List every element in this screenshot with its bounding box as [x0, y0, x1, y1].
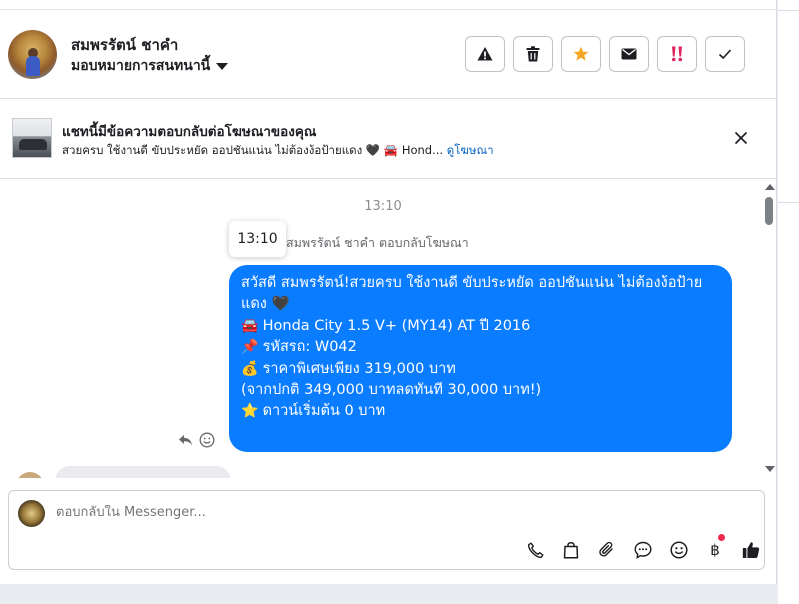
thread-scrollbar[interactable] [762, 180, 776, 478]
message-actions [178, 432, 215, 448]
time-tooltip: 13:10 [229, 221, 286, 257]
conversation-header: สมพรรัตน์ ชาคำ มอบหมายการสนทนานี้ [0, 10, 777, 99]
paperclip-icon [599, 541, 613, 557]
warning-icon [477, 47, 493, 61]
conversation-panel: สมพรรัตน์ ชาคำ มอบหมายการสนทนานี้ แชทนี้… [0, 0, 777, 584]
react-smiley-icon[interactable] [199, 432, 215, 448]
scroll-down-arrow-icon[interactable] [765, 466, 775, 472]
attach-button[interactable] [589, 539, 625, 561]
thread-timestamp: 13:10 [364, 199, 402, 214]
emoji-button[interactable] [661, 539, 697, 561]
ad-reply-banner: แชทนี้มีข้อความตอบกลับต่อโฆษณาของคุณ สวย… [0, 99, 777, 179]
car-emoji-icon: 🚘 [241, 317, 259, 334]
money-bag-emoji-icon: 💰 [241, 360, 259, 377]
pushpin-emoji-icon: 📌 [241, 339, 259, 356]
assign-label: มอบหมายการสนทนานี้ [71, 58, 211, 74]
star-button[interactable] [561, 36, 601, 72]
ad-banner-title: แชทนี้มีข้อความตอบกลับต่อโฆษณาของคุณ [62, 124, 317, 140]
mark-unread-button[interactable] [609, 36, 649, 72]
chat-bubble-icon [634, 541, 652, 559]
message-line: (จากปกติ 349,000 บาทลดทันที 30,000 บาท!) [241, 382, 542, 399]
header-actions [465, 36, 745, 72]
shop-button[interactable] [553, 539, 589, 561]
message-line: ⭐ ดาวน์เริ่มต้น 0 บาท [241, 401, 720, 422]
double-exclamation-icon [671, 46, 683, 62]
follow-up-button[interactable] [657, 36, 697, 72]
reply-icon[interactable] [178, 434, 193, 447]
incoming-message-bubble[interactable] [55, 466, 231, 478]
message-line: 📌 รหัสรถ: W042 [241, 337, 720, 358]
contact-avatar[interactable] [8, 30, 57, 79]
reply-input[interactable] [56, 505, 456, 520]
check-icon [718, 49, 732, 60]
message-line: แดง 🖤 [241, 296, 290, 313]
saved-replies-button[interactable] [625, 539, 661, 561]
shopping-bag-icon [563, 541, 579, 559]
message-line: 🚘 Honda City 1.5 V+ (MY14) AT ปี 2016 [241, 316, 720, 337]
message-line: สวัสดี สมพรรัตน์!สวยครบ ใช้งานดี ขับประห… [241, 275, 703, 291]
close-icon[interactable] [733, 130, 749, 146]
message-line: 💰 ราคาพิเศษเพียง 319,000 บาท [241, 359, 720, 380]
caret-down-icon [216, 62, 229, 70]
avatar-figure-body [26, 56, 40, 76]
trash-icon [526, 46, 540, 62]
notification-dot [718, 534, 725, 541]
car-image [19, 139, 47, 150]
delete-button[interactable] [513, 36, 553, 72]
divider [778, 202, 799, 203]
smiley-icon [670, 541, 688, 559]
call-button[interactable] [517, 539, 553, 561]
page-background [0, 584, 778, 604]
payment-button[interactable]: ฿ [697, 534, 733, 561]
like-button[interactable] [733, 539, 769, 561]
ad-banner-subtitle: สวยครบ ใช้งานดี ขับประหยัด ออปชันแน่น ไม… [62, 142, 494, 160]
ad-snippet: สวยครบ ใช้งานดี ขับประหยัด ออปชันแน่น ไม… [62, 143, 444, 157]
ad-reply-note: สมพรรัตน์ ชาคำ ตอบกลับโฆษณา [286, 235, 469, 250]
composer-tools: ฿ [517, 534, 769, 561]
baht-icon: ฿ [710, 541, 720, 559]
view-ad-link[interactable]: ดูโฆษณา [447, 143, 494, 157]
message-composer: ฿ [8, 490, 765, 570]
message-bubble[interactable]: สวัสดี สมพรรัตน์!สวยครบ ใช้งานดี ขับประห… [229, 265, 732, 452]
message-thread[interactable]: 13:10 สมพรรัตน์ ชาคำ ตอบกลับโฆษณา 13:10 … [0, 180, 777, 478]
adjacent-panel [778, 0, 799, 604]
page-avatar [18, 500, 45, 527]
star-emoji-icon: ⭐ [241, 403, 259, 420]
ad-thumbnail[interactable] [12, 118, 52, 158]
mark-done-button[interactable] [705, 36, 745, 72]
scroll-thumb[interactable] [765, 197, 773, 225]
spam-button[interactable] [465, 36, 505, 72]
divider [778, 10, 799, 11]
contact-name[interactable]: สมพรรัตน์ ชาคำ [71, 33, 178, 57]
scroll-up-arrow-icon[interactable] [765, 184, 775, 190]
thumbs-up-icon [742, 542, 760, 558]
star-icon [573, 46, 589, 61]
envelope-icon [621, 48, 637, 60]
assign-conversation-dropdown[interactable]: มอบหมายการสนทนานี้ [71, 55, 229, 77]
contact-avatar-small [16, 472, 44, 478]
phone-icon [527, 542, 543, 558]
